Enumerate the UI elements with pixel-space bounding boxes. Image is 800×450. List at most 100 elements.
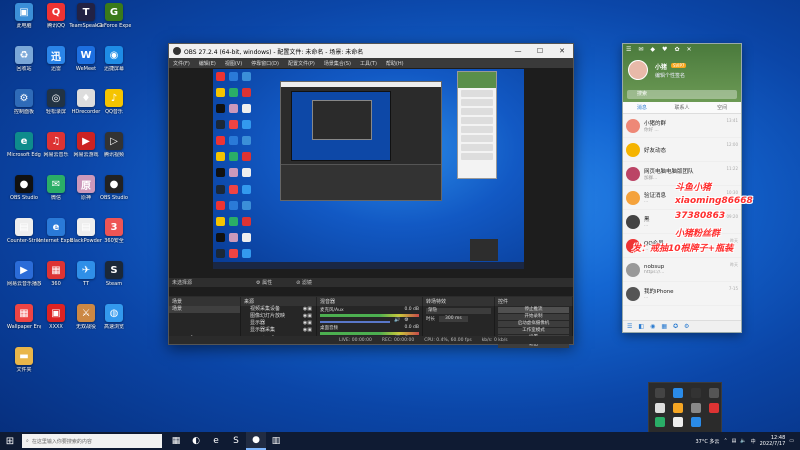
desktop-icon[interactable]: S Steam	[98, 261, 130, 295]
search-input[interactable]: 搜索	[627, 90, 737, 99]
eye-icon[interactable]: ◉▣	[303, 320, 312, 327]
weather[interactable]: 37°C 多云	[695, 438, 719, 445]
avatar[interactable]	[628, 60, 648, 80]
ime-icon[interactable]: 中	[751, 438, 756, 445]
tab-contacts[interactable]: 联系人	[674, 104, 689, 111]
network-icon[interactable]: ▤	[732, 438, 737, 444]
desktop-icon[interactable]: e Microsoft Edge	[7, 132, 41, 166]
qq-header-icon[interactable]: ✿	[674, 46, 679, 53]
close-button[interactable]: ✕	[551, 44, 573, 58]
tray-icon[interactable]	[673, 417, 683, 428]
desktop-icon[interactable]: ▤ Counter-Strike	[7, 218, 41, 252]
control-button[interactable]: 停止推流	[498, 307, 569, 313]
gear-icon[interactable]: ⚙	[404, 317, 408, 323]
source-item[interactable]: 图像幻灯片放映 ◉▣	[241, 313, 316, 320]
desktop-icon[interactable]: 迅迅雷	[40, 46, 72, 80]
control-button[interactable]: 开始录制	[498, 314, 569, 320]
qq-bottom-icon[interactable]: ▦	[661, 323, 667, 330]
source-item[interactable]: 显示器采集 ◉▣	[241, 327, 316, 334]
tray-icon[interactable]	[709, 388, 719, 398]
tray-icon[interactable]	[709, 402, 719, 413]
source-item[interactable]: 视频采集设备 ◉▣	[241, 306, 316, 313]
speaker-icon[interactable]: 🔊	[394, 317, 400, 323]
desktop-icon[interactable]: ▦ 360	[40, 261, 72, 295]
menu-item[interactable]: 配置文件(P)	[288, 60, 315, 67]
desktop-icon[interactable]: ▷ 腾讯视频	[98, 132, 130, 166]
qq-header-icon[interactable]: ✕	[686, 46, 691, 53]
notification-icon[interactable]: ▭	[789, 438, 794, 444]
desktop-icon[interactable]: e Internet Explorer	[39, 218, 73, 252]
tray-icon[interactable]	[673, 388, 683, 398]
taskbar-app-icon[interactable]: ◐	[186, 432, 206, 450]
eye-icon[interactable]: ◉▣	[303, 306, 312, 313]
minimize-button[interactable]: —	[507, 44, 529, 58]
qq-bottom-icon[interactable]: ⚙	[684, 323, 689, 330]
control-button[interactable]: 工作室模式	[498, 328, 569, 334]
list-item[interactable]: 好友动态 12:00	[623, 138, 741, 162]
desktop-icon[interactable]: ♻ 回收站	[8, 46, 40, 80]
tray-icon[interactable]	[691, 417, 701, 428]
qq-bottom-icon[interactable]: ☰	[627, 323, 632, 330]
menu-item[interactable]: 场景集合(S)	[324, 60, 351, 67]
qq-signature[interactable]: 编辑个性签名	[655, 72, 685, 79]
tray-icon[interactable]	[673, 402, 683, 413]
desktop-icon[interactable]: 3 360安全	[98, 218, 130, 252]
taskbar-app-icon[interactable]: e	[206, 432, 226, 450]
desktop-icon[interactable]: ● OBS Studio	[8, 175, 40, 209]
volume-slider[interactable]	[320, 320, 390, 323]
qq-bottom-icon[interactable]: ✪	[673, 323, 678, 330]
control-button[interactable]: 启动虚拟摄像机	[498, 321, 569, 327]
menu-item[interactable]: 帮助(H)	[386, 60, 404, 67]
taskbar-app-icon[interactable]: S	[226, 432, 246, 450]
desktop-icon[interactable]: ◍ 高速浏览	[98, 304, 130, 338]
desktop-icon[interactable]: ◉ 迅捷屏幕	[98, 46, 130, 80]
desktop-icon[interactable]: ✉ 微信	[40, 175, 72, 209]
desktop-icon[interactable]: ◎ 轻松录屏	[40, 89, 72, 123]
desktop-icon[interactable]: ▶ 网易云音乐播放器	[7, 261, 41, 295]
clock[interactable]: 12:48 2022/7/17	[760, 435, 786, 447]
taskbar-app-icon[interactable]: ▦	[166, 432, 186, 450]
menu-item[interactable]: 工具(T)	[360, 60, 377, 67]
taskbar-app-icon[interactable]: ●	[246, 432, 266, 450]
eye-icon[interactable]: ◉▣	[303, 313, 312, 320]
list-item[interactable]: nobsup https://... 昨天	[623, 258, 741, 282]
start-button[interactable]: ⊞	[0, 432, 20, 450]
tray-icon[interactable]	[655, 417, 665, 428]
qq-bottom-icon[interactable]: ◧	[638, 323, 644, 330]
duration-input[interactable]: 300 ms	[439, 316, 468, 322]
qq-header-icon[interactable]: ☰	[626, 46, 631, 53]
chevron-up-icon[interactable]: ⌃	[723, 438, 727, 444]
desktop-icon[interactable]: ⚙ 控制面板	[8, 89, 40, 123]
obs-window[interactable]: OBS 27.2.4 (64-bit, windows) - 配置文件: 未命名…	[168, 43, 574, 348]
desktop-icon[interactable]: ▬ 文件夹	[8, 347, 40, 381]
transition-select[interactable]: 渐隐	[426, 308, 491, 314]
desktop-icon[interactable]: ▦ Wallpaper Engine	[7, 304, 41, 338]
obs-preview[interactable]: 未选择源 ⚙ 属性 ⊘ 滤镜	[169, 68, 573, 296]
list-item[interactable]: 我的iPhone... 7-15	[623, 282, 741, 306]
obs-title-bar[interactable]: OBS 27.2.4 (64-bit, windows) - 配置文件: 未命名…	[169, 44, 573, 58]
tray-icon[interactable]	[691, 388, 701, 398]
taskbar-search[interactable]: ⌕ 在这里输入你要搜索的内容	[22, 434, 162, 448]
tab-messages[interactable]: 消息	[637, 104, 647, 111]
qq-header-icon[interactable]: ◆	[650, 46, 655, 53]
taskbar-app-icon[interactable]: ▥	[266, 432, 286, 450]
menu-item[interactable]: 停靠窗口(D)	[251, 60, 279, 67]
tray-icon[interactable]	[655, 388, 665, 398]
source-item[interactable]: 显示器 ◉▣	[241, 320, 316, 327]
qq-header-icon[interactable]: ✉	[638, 46, 643, 53]
menu-item[interactable]: 文件(F)	[173, 60, 190, 67]
qq-header-icon[interactable]: ♥	[662, 46, 667, 53]
properties-button[interactable]: ⚙ 属性	[256, 279, 272, 286]
desktop-icon[interactable]: ♫ 网易云音乐	[40, 132, 72, 166]
desktop-icon[interactable]: ● OBS Studio	[98, 175, 130, 209]
qq-bottom-icon[interactable]: ◉	[650, 323, 655, 330]
desktop-icon[interactable]: Q 腾讯QQ	[40, 3, 72, 37]
menu-item[interactable]: 视图(V)	[225, 60, 242, 67]
eye-icon[interactable]: ◉▣	[303, 327, 312, 334]
list-item[interactable]: 小猪的群 你好 ... 13:41	[623, 114, 741, 138]
tray-icon[interactable]	[655, 402, 665, 413]
desktop-icon[interactable]: ▣ XXXX	[40, 304, 72, 338]
maximize-button[interactable]: ☐	[529, 44, 551, 58]
desktop-icon[interactable]: ♪ QQ音乐	[98, 89, 130, 123]
filters-button[interactable]: ⊘ 滤镜	[296, 279, 312, 286]
